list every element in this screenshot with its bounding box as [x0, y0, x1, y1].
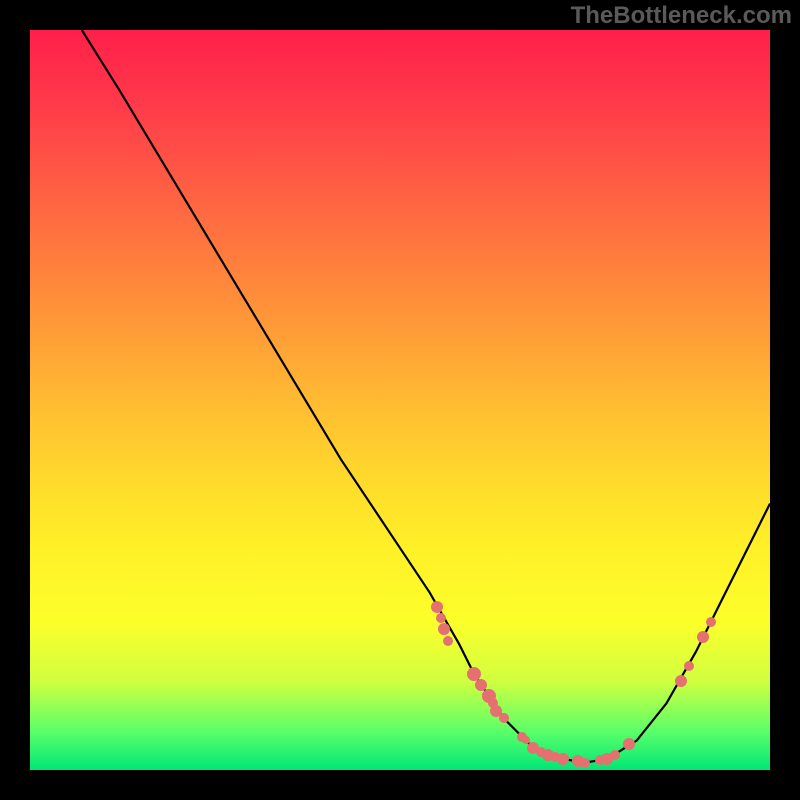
marker-point: [488, 698, 498, 708]
marker-point: [499, 713, 509, 723]
marker-point: [684, 661, 694, 671]
marker-point: [482, 689, 496, 703]
marker-point: [438, 623, 450, 635]
chart-plot-area: [30, 30, 770, 770]
marker-point: [527, 742, 539, 754]
marker-point: [542, 749, 554, 761]
marker-point: [550, 752, 560, 762]
marker-point: [475, 679, 487, 691]
marker-point: [431, 601, 443, 613]
marker-point: [436, 613, 446, 623]
marker-point: [623, 738, 635, 750]
marker-point: [522, 736, 530, 744]
marker-point: [490, 705, 502, 717]
watermark-text: TheBottleneck.com: [571, 2, 792, 30]
marker-point: [572, 755, 584, 767]
marker-point: [467, 667, 481, 681]
marker-point: [706, 617, 716, 627]
marker-point: [601, 753, 613, 765]
marker-points-layer: [30, 30, 770, 770]
marker-point: [595, 755, 605, 765]
marker-point: [443, 636, 453, 646]
marker-point: [536, 747, 546, 757]
curve-path: [82, 30, 770, 763]
marker-point: [517, 732, 527, 742]
marker-point: [580, 758, 590, 768]
marker-point: [610, 750, 620, 760]
marker-point: [697, 631, 709, 643]
marker-point: [675, 675, 687, 687]
curve-svg: [30, 30, 770, 770]
marker-point: [557, 753, 569, 765]
